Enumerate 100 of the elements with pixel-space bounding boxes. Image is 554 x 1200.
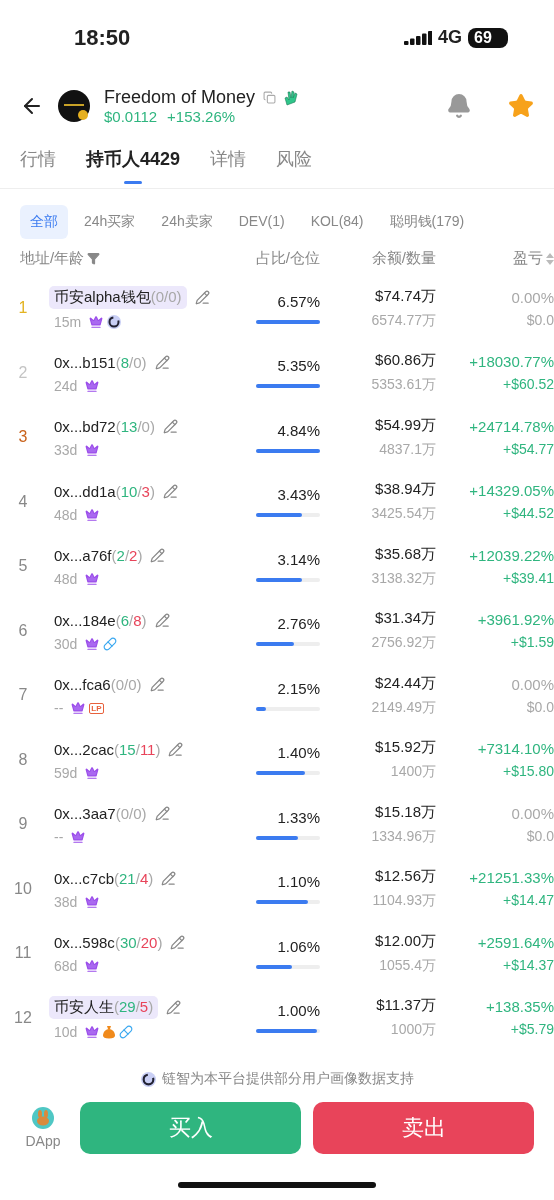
pnl-percent: +2591.64%: [477, 933, 554, 951]
share-percent: 5.35%: [277, 357, 320, 375]
crown-icon: [89, 315, 104, 330]
swirl-logo-icon: [107, 315, 122, 330]
balance-value: $12.56万: [375, 867, 436, 887]
share-percent: 1.33%: [277, 808, 320, 826]
token-amount: 6574.77万: [371, 311, 436, 330]
bell-icon[interactable]: [446, 93, 472, 119]
pnl-percent: +18030.77%: [469, 353, 554, 371]
pnl-value: +$39.41: [503, 569, 554, 586]
battery-level: 69: [468, 27, 508, 48]
signal-icon: [404, 30, 432, 45]
edit-icon[interactable]: [154, 612, 170, 628]
swirl-logo-icon: [140, 1071, 156, 1087]
pnl-percent: 0.00%: [511, 675, 554, 693]
tab[interactable]: 持币人4429: [86, 147, 181, 189]
edit-icon[interactable]: [166, 999, 182, 1015]
holder-name[interactable]: 0x...c7cb(21/4): [54, 867, 154, 889]
filter-chip[interactable]: DEV(1): [228, 205, 295, 239]
balance-value: $15.18万: [375, 802, 436, 822]
share-percent: 3.14%: [277, 550, 320, 568]
holder-name[interactable]: 0x...dd1a(10/3): [54, 480, 155, 502]
balance-value: $12.00万: [375, 931, 436, 951]
holder-name[interactable]: 币安alpha钱包(0/0): [49, 286, 187, 310]
token-amount: 1104.93万: [372, 892, 436, 911]
balance-value: $24.44万: [375, 673, 436, 693]
filter-chip[interactable]: 全部: [20, 205, 68, 239]
holder-name[interactable]: 0x...184e(6/8): [54, 609, 147, 631]
token-logo-icon: [58, 90, 90, 122]
holder-name[interactable]: 0x...a76f(2/2): [54, 545, 143, 567]
crown-icon: [71, 701, 86, 716]
data-source-note: 链智为本平台提供部分用户画像数据支持: [161, 1070, 414, 1088]
rank-number: 6: [17, 621, 29, 640]
pnl-value: +$15.80: [503, 763, 554, 780]
edit-icon[interactable]: [168, 741, 184, 757]
holder-age: 15m: [54, 314, 82, 331]
pill-icon: [119, 1024, 134, 1039]
pnl-value: +$44.52: [503, 505, 554, 522]
dapp-label[interactable]: DApp: [25, 1133, 61, 1149]
holder-age: 24d: [54, 377, 78, 394]
balance-value: $38.94万: [375, 480, 436, 500]
star-icon[interactable]: [508, 93, 534, 119]
balance-value: $15.92万: [375, 738, 436, 758]
holder-name[interactable]: 0x...3aa7(0/0): [54, 803, 147, 825]
token-amount: 1000万: [390, 1021, 436, 1040]
holder-name[interactable]: 0x...b151(8/0): [54, 351, 147, 373]
token-amount: 2756.92万: [371, 634, 436, 653]
pnl-percent: 0.00%: [511, 804, 554, 822]
column-header: 占比/仓位: [254, 249, 320, 268]
rank-number: 8: [17, 750, 29, 769]
holder-name[interactable]: 币安人生(29/5): [49, 995, 159, 1019]
tab[interactable]: 风险: [276, 147, 313, 189]
token-amount: 2149.49万: [371, 698, 436, 717]
balance-value: $60.86万: [375, 351, 436, 371]
hand-icon: [284, 89, 299, 106]
filter-chip[interactable]: 24h卖家: [151, 205, 223, 239]
holder-age: 33d: [54, 442, 78, 459]
column-header[interactable]: 盈亏: [513, 249, 543, 268]
holder-name[interactable]: 0x...598c(30/20): [54, 932, 163, 954]
sell-button[interactable]: 卖出: [313, 1102, 534, 1154]
edit-icon[interactable]: [154, 806, 170, 822]
holder-name[interactable]: 0x...2cac(15/11): [54, 738, 161, 760]
share-percent: 1.40%: [277, 744, 320, 762]
holder-name[interactable]: 0x...fca6(0/0): [54, 674, 142, 696]
tab[interactable]: 详情: [210, 147, 247, 189]
copy-icon[interactable]: [263, 91, 277, 104]
filter-icon[interactable]: [87, 252, 101, 265]
holder-age: 30d: [54, 635, 78, 652]
edit-icon[interactable]: [170, 935, 186, 951]
edit-icon[interactable]: [161, 870, 177, 886]
edit-icon[interactable]: [149, 677, 165, 693]
holder-age: 59d: [54, 764, 78, 781]
sort-icon[interactable]: [546, 251, 554, 266]
token-name: Freedom of Money: [104, 87, 256, 108]
pnl-percent: +138.35%: [486, 998, 554, 1016]
bunny-icon[interactable]: [32, 1107, 54, 1129]
crown-icon: [85, 765, 100, 780]
edit-icon[interactable]: [162, 419, 178, 435]
pnl-value: +$60.52: [503, 376, 554, 393]
money-bag-icon: [103, 1024, 116, 1039]
edit-icon[interactable]: [154, 354, 170, 370]
filter-chip[interactable]: 聪明钱(179): [379, 205, 475, 239]
filter-chip[interactable]: 24h买家: [74, 205, 146, 239]
pnl-percent: 0.00%: [511, 288, 554, 306]
edit-icon[interactable]: [150, 548, 166, 564]
share-percent: 6.57%: [277, 292, 320, 310]
pill-icon: [103, 636, 118, 651]
holder-age: 10d: [54, 1023, 78, 1040]
tab[interactable]: 行情: [20, 147, 56, 189]
pnl-value: +$14.47: [503, 892, 554, 909]
edit-icon[interactable]: [162, 483, 178, 499]
holder-name[interactable]: 0x...bd72(13/0): [54, 416, 155, 438]
edit-icon[interactable]: [194, 290, 210, 306]
share-percent: 1.10%: [277, 873, 320, 891]
pnl-percent: +12039.22%: [469, 546, 554, 564]
holder-age: 48d: [54, 571, 78, 588]
pnl-value: +$14.37: [503, 956, 554, 973]
token-amount: 4837.1万: [379, 440, 436, 459]
rank-number: 2: [17, 363, 29, 382]
filter-chip[interactable]: KOL(84): [300, 205, 374, 239]
